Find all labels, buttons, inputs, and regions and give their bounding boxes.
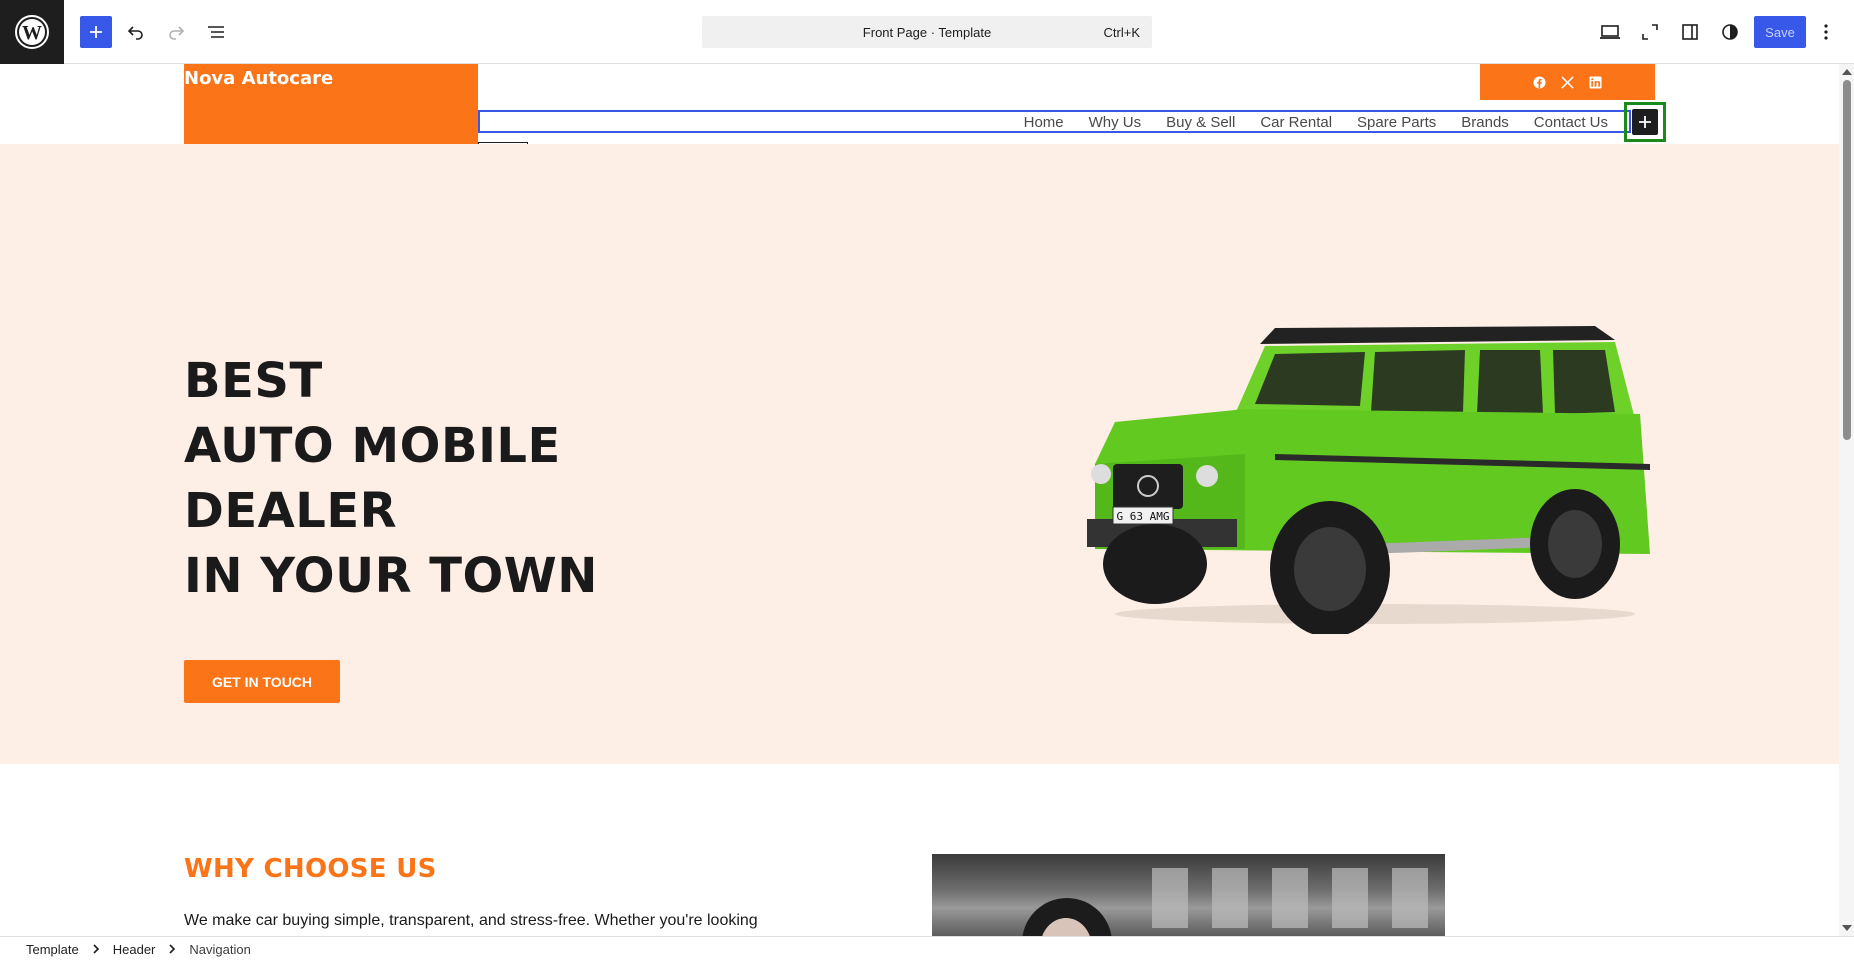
chevron-right-icon <box>91 944 101 954</box>
linkedin-icon[interactable] <box>1589 75 1603 89</box>
undo-button[interactable] <box>120 16 152 48</box>
nav-item-home[interactable]: Home <box>1024 114 1064 131</box>
x-icon[interactable] <box>1561 75 1575 89</box>
window-shape <box>1272 868 1308 928</box>
nav-item-contact-us[interactable]: Contact Us <box>1534 114 1608 131</box>
expand-icon[interactable] <box>1634 16 1666 48</box>
redo-button[interactable] <box>160 16 192 48</box>
scroll-up-arrow-icon[interactable] <box>1842 69 1852 75</box>
svg-text:W: W <box>22 22 42 44</box>
canvas-scrollbar[interactable] <box>1839 64 1854 936</box>
navigation-menu: Home Why Us Buy & Sell Car Rental Spare … <box>478 112 1608 132</box>
document-overview-button[interactable] <box>200 16 232 48</box>
wordpress-logo-icon[interactable]: W <box>0 0 64 64</box>
hero-heading-line: BEST <box>184 353 323 409</box>
save-button[interactable]: Save <box>1754 16 1806 48</box>
nav-item-spare-parts[interactable]: Spare Parts <box>1357 114 1436 131</box>
breadcrumb-navigation: Navigation <box>189 941 251 957</box>
scrollbar-thumb[interactable] <box>1843 80 1851 440</box>
breadcrumb-template[interactable]: Template <box>26 942 79 957</box>
nav-item-why-us[interactable]: Why Us <box>1089 114 1142 131</box>
window-shape <box>1212 868 1248 928</box>
block-breadcrumb: Template Header Navigation <box>0 936 1854 961</box>
social-links <box>1480 64 1655 100</box>
consultant-photo <box>932 854 1445 936</box>
site-title[interactable]: Nova Autocare <box>184 68 333 89</box>
command-shortcut: Ctrl+K <box>1103 25 1140 40</box>
window-shape <box>1152 868 1188 928</box>
chevron-right-icon <box>167 944 177 954</box>
editor-canvas: Nova Autocare Home Why Us Buy & Sell Car… <box>0 64 1839 936</box>
scroll-down-arrow-icon[interactable] <box>1842 925 1852 931</box>
why-choose-heading[interactable]: WHY CHOOSE US <box>184 854 437 884</box>
green-suv-image: G 63 AMG <box>1087 326 1650 634</box>
hero-heading-line: DEALER <box>184 483 398 539</box>
hero-heading[interactable]: BEST AUTO MOBILE DEALER IN YOUR TOWN <box>184 349 598 609</box>
plus-icon <box>1632 109 1658 135</box>
why-choose-paragraph[interactable]: We make car buying simple, transparent, … <box>184 912 758 930</box>
document-title: Front Page · Template <box>862 24 992 40</box>
hero-section: BEST AUTO MOBILE DEALER IN YOUR TOWN GET… <box>0 144 1839 764</box>
device-preview-icon[interactable] <box>1594 16 1626 48</box>
more-options-icon[interactable] <box>1814 16 1838 48</box>
breadcrumb-header[interactable]: Header <box>113 942 156 957</box>
styles-icon[interactable] <box>1714 16 1746 48</box>
editor-toolbar: W Front Page · Template Ctrl+K Save <box>0 0 1854 64</box>
add-nav-item-button[interactable] <box>1624 102 1666 142</box>
nav-item-buy-sell[interactable]: Buy & Sell <box>1166 114 1235 131</box>
window-shape <box>1392 868 1428 928</box>
get-in-touch-button[interactable]: GET IN TOUCH <box>184 660 340 703</box>
block-inserter-button[interactable] <box>80 16 112 48</box>
nav-item-brands[interactable]: Brands <box>1461 114 1509 131</box>
nav-item-car-rental[interactable]: Car Rental <box>1260 114 1332 131</box>
window-shape <box>1332 868 1368 928</box>
facebook-icon[interactable] <box>1533 75 1547 89</box>
settings-sidebar-icon[interactable] <box>1674 16 1706 48</box>
hero-heading-line: IN YOUR TOWN <box>184 548 598 604</box>
command-palette-bar[interactable]: Front Page · Template Ctrl+K <box>702 16 1152 48</box>
license-plate: G 63 AMG <box>1117 510 1170 523</box>
hero-heading-line: AUTO MOBILE <box>184 418 561 474</box>
